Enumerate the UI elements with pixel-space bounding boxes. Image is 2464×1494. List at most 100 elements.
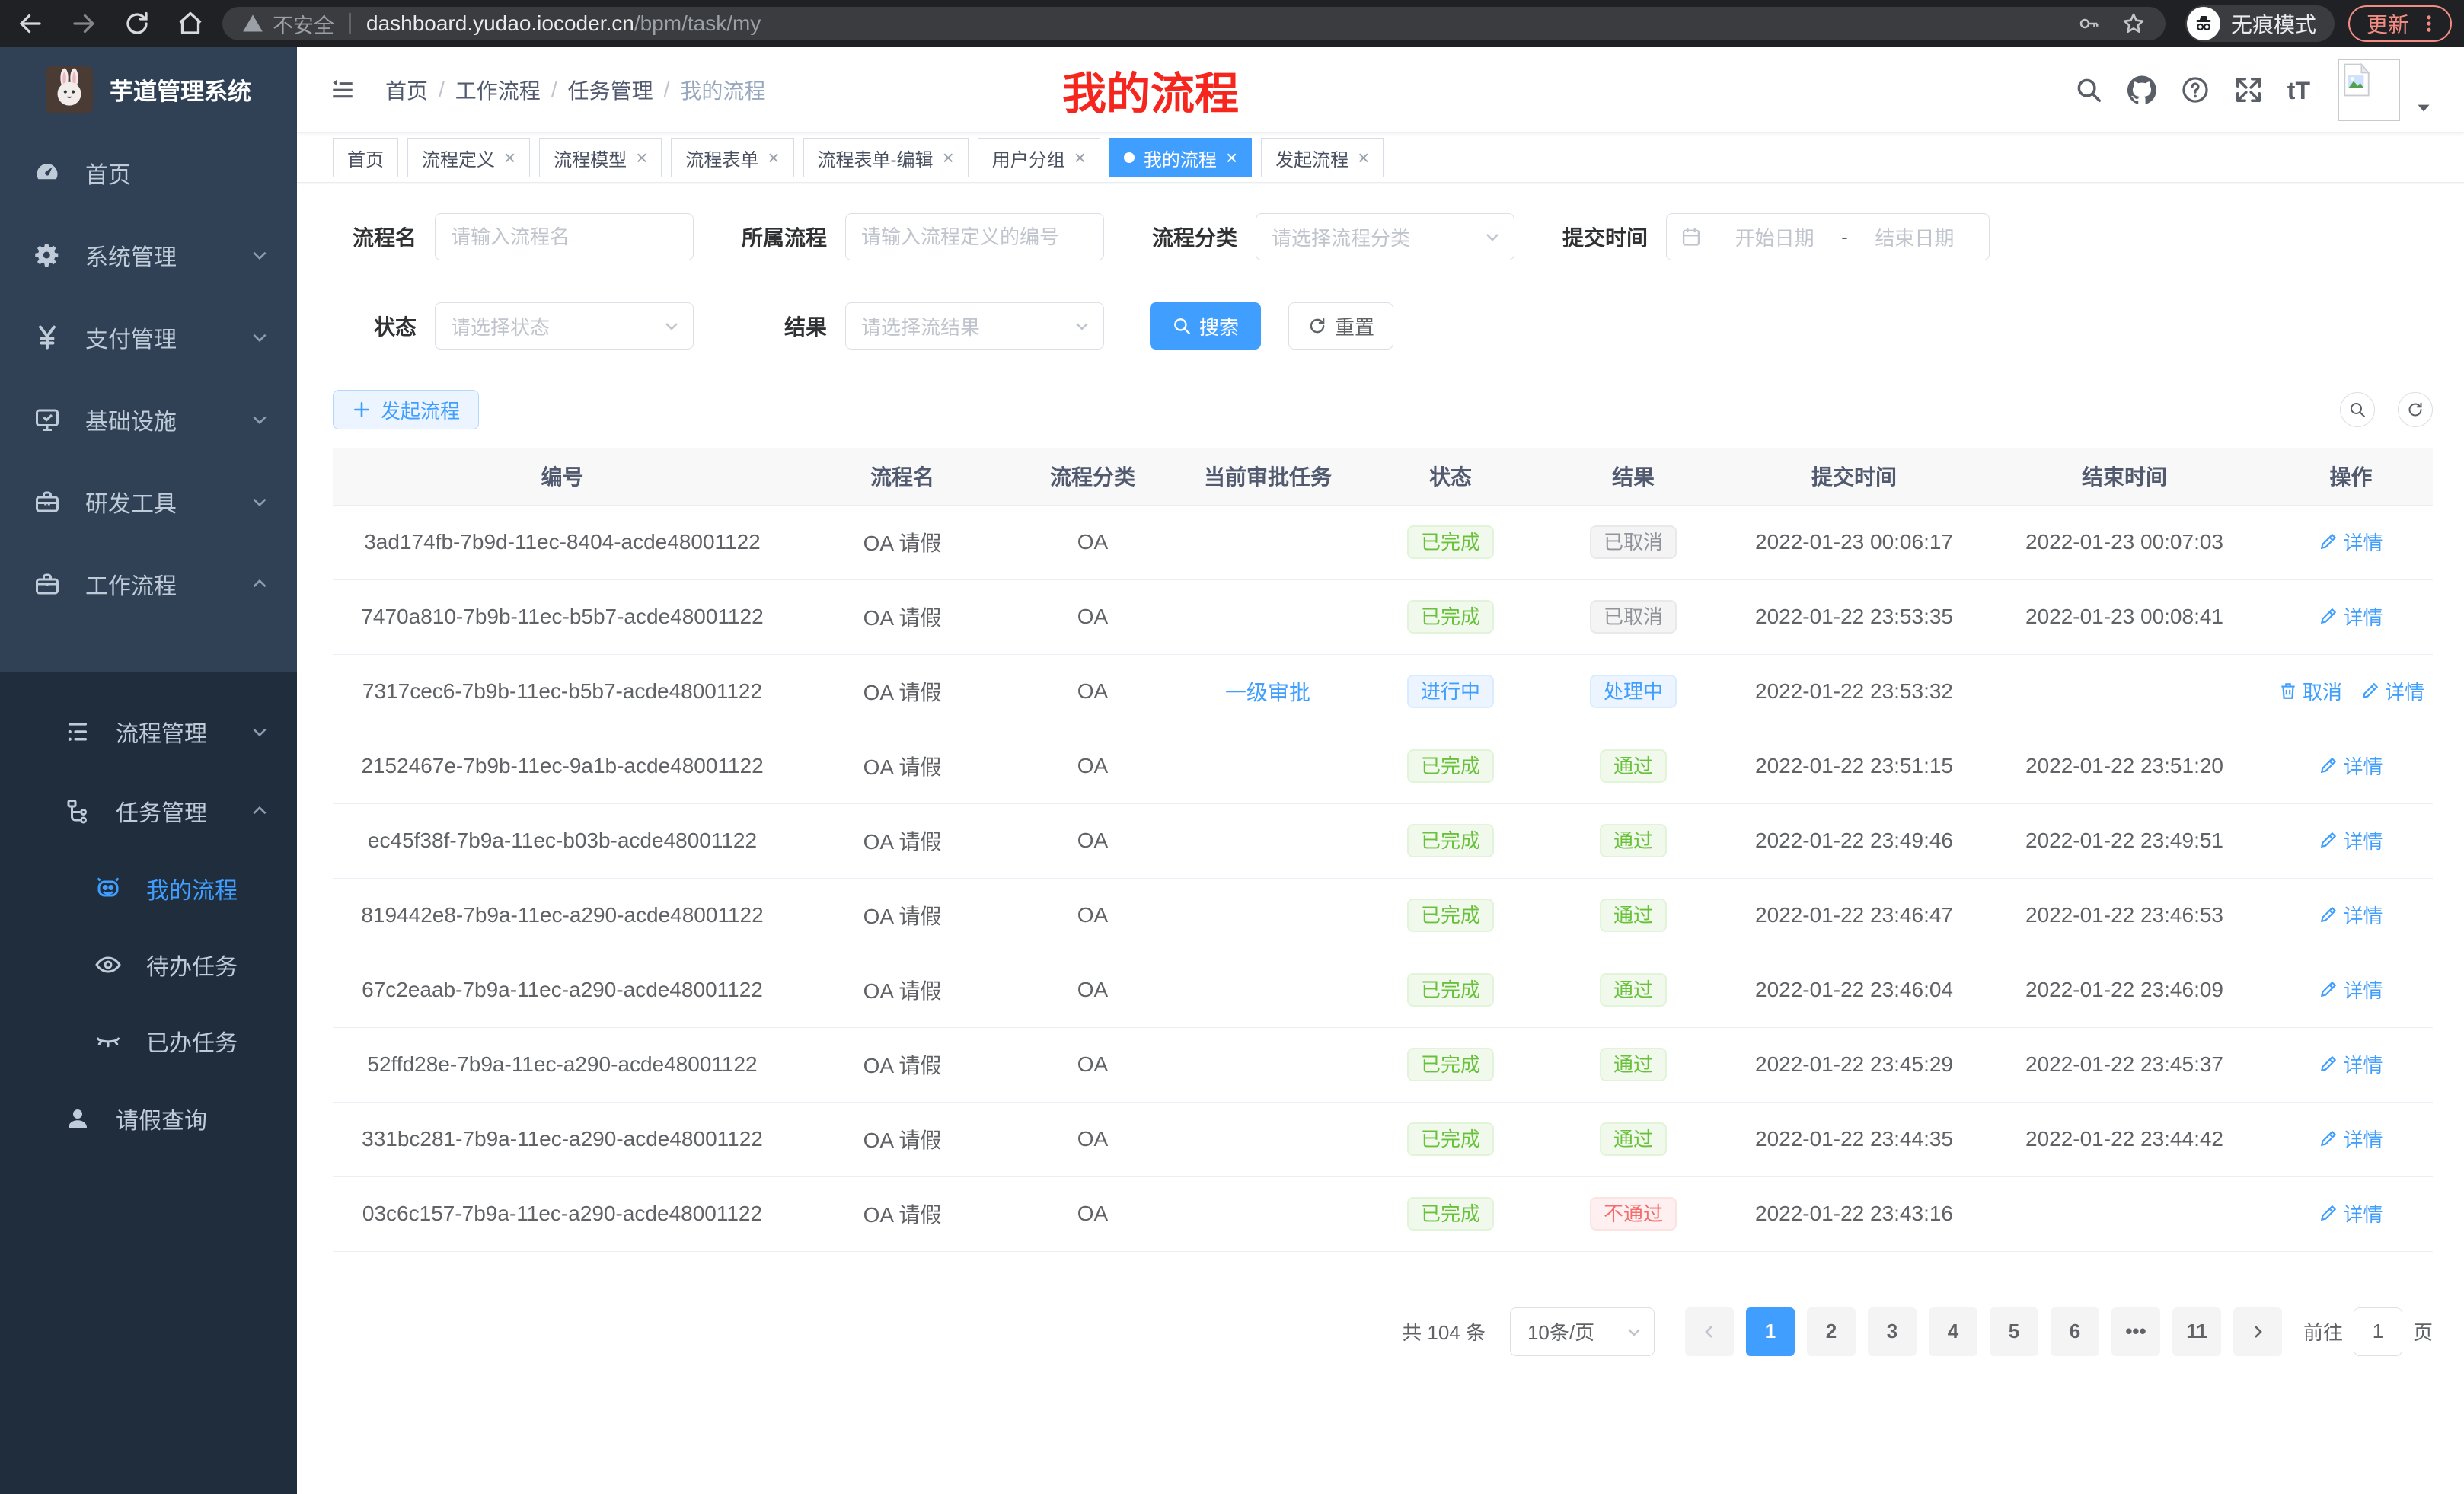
tab-user-group[interactable]: 用户分组× <box>978 138 1100 177</box>
tab-process-form[interactable]: 流程表单× <box>671 138 793 177</box>
sidebar-item-home[interactable]: 首页 <box>0 132 297 214</box>
sidebar-item-label: 待办任务 <box>146 948 270 982</box>
detail-button[interactable]: 详情 <box>2319 901 2383 929</box>
sidebar-item-devtools[interactable]: 研发工具 <box>0 461 297 543</box>
page-button-3[interactable]: 3 <box>1868 1307 1917 1356</box>
search-icon[interactable] <box>2074 75 2103 104</box>
close-icon[interactable]: × <box>1226 148 1237 168</box>
start-process-button[interactable]: 发起流程 <box>333 390 479 429</box>
process-definition-input[interactable] <box>845 213 1104 260</box>
process-category-select[interactable]: 请选择流程分类 <box>1256 213 1514 260</box>
sidebar-item-todo-tasks[interactable]: 待办任务 <box>0 927 297 1003</box>
next-page-button[interactable] <box>2233 1307 2282 1356</box>
page-size-select[interactable]: 10条/页 <box>1510 1307 1655 1356</box>
close-icon[interactable]: × <box>768 148 779 168</box>
status-select[interactable]: 请选择状态 <box>435 302 694 350</box>
result-select[interactable]: 请选择流结果 <box>845 302 1104 350</box>
detail-label: 详情 <box>2343 528 2383 556</box>
reset-button[interactable]: 重置 <box>1288 302 1393 350</box>
home-icon[interactable] <box>177 10 204 37</box>
page-button-2[interactable]: 2 <box>1807 1307 1856 1356</box>
address-bar[interactable]: 不安全 dashboard.yudao.iocoder.cn /bpm/task… <box>222 7 2166 40</box>
current-task-link[interactable]: 一级审批 <box>1225 681 1310 704</box>
close-icon[interactable]: × <box>504 148 515 168</box>
tab-process-model[interactable]: 流程模型× <box>539 138 662 177</box>
detail-button[interactable]: 详情 <box>2319 528 2383 556</box>
browser-menu-dots-icon[interactable] <box>2418 13 2440 34</box>
reload-icon[interactable] <box>123 10 151 37</box>
breadcrumb-workflow[interactable]: 工作流程 <box>455 75 541 105</box>
page-button-1[interactable]: 1 <box>1746 1307 1795 1356</box>
trash-icon <box>2278 681 2298 701</box>
sidebar-item-payment[interactable]: 支付管理 <box>0 296 297 378</box>
edit-icon <box>2319 905 2338 924</box>
detail-button[interactable]: 详情 <box>2319 752 2383 780</box>
help-icon[interactable] <box>2181 75 2210 104</box>
collapse-sidebar-icon[interactable] <box>327 77 358 103</box>
back-icon[interactable] <box>17 10 44 37</box>
process-id: 67c2eaab-7b9a-11ec-a290-acde48001122 <box>362 978 763 1001</box>
update-button[interactable]: 更新 <box>2348 5 2452 42</box>
fullscreen-icon[interactable] <box>2234 75 2263 104</box>
caret-down-icon[interactable] <box>2414 98 2434 118</box>
page-button-6[interactable]: 6 <box>2051 1307 2099 1356</box>
sidebar-item-workflow[interactable]: 工作流程 <box>0 543 297 625</box>
more-pages-button[interactable]: ••• <box>2111 1307 2160 1356</box>
breadcrumb-separator: / <box>664 78 670 102</box>
app-logo[interactable]: 芋道管理系统 <box>0 47 297 132</box>
sidebar-item-system[interactable]: 系统管理 <box>0 214 297 296</box>
edit-icon <box>2319 606 2338 626</box>
close-icon[interactable]: × <box>636 148 647 168</box>
detail-button[interactable]: 详情 <box>2319 975 2383 1004</box>
close-icon[interactable]: × <box>943 148 954 168</box>
close-icon[interactable]: × <box>1358 148 1369 168</box>
goto-page-input[interactable] <box>2354 1307 2402 1356</box>
end-time: 2022-01-22 23:45:37 <box>2025 1052 2223 1076</box>
sidebar-item-label: 基础设施 <box>85 403 250 436</box>
tab-process-definition[interactable]: 流程定义× <box>407 138 530 177</box>
tab-process-form-edit[interactable]: 流程表单-编辑× <box>803 138 969 177</box>
refresh-table-button[interactable] <box>2398 392 2433 427</box>
close-icon[interactable]: × <box>1074 148 1086 168</box>
detail-button[interactable]: 详情 <box>2360 677 2424 705</box>
page-button-4[interactable]: 4 <box>1929 1307 1977 1356</box>
sidebar-item-task-mgmt[interactable]: 任务管理 <box>0 771 297 851</box>
breadcrumb-home[interactable]: 首页 <box>385 75 428 105</box>
detail-button[interactable]: 详情 <box>2319 1125 2383 1153</box>
font-size-icon[interactable]: tT <box>2287 77 2310 105</box>
col-actions: 操作 <box>2269 448 2433 505</box>
submit-time-label: 提交时间 <box>1560 222 1648 252</box>
detail-button[interactable]: 详情 <box>2319 826 2383 854</box>
chevron-down-icon <box>662 317 681 335</box>
breadcrumb-task-mgmt[interactable]: 任务管理 <box>568 75 653 105</box>
page-button-11[interactable]: 11 <box>2172 1307 2221 1356</box>
process-name-input[interactable] <box>435 213 694 260</box>
update-label: 更新 <box>2367 8 2409 39</box>
sidebar-item-leave-query[interactable]: 请假查询 <box>0 1079 297 1158</box>
start-date-placeholder[interactable]: 开始日期 <box>1714 223 1835 251</box>
github-icon[interactable] <box>2127 75 2156 104</box>
search-button[interactable]: 搜索 <box>1150 302 1261 350</box>
avatar[interactable] <box>2338 59 2400 121</box>
tab-home[interactable]: 首页 <box>333 138 398 177</box>
tab-my-process[interactable]: 我的流程× <box>1109 138 1252 177</box>
page-button-5[interactable]: 5 <box>1990 1307 2038 1356</box>
security-warning[interactable]: 不安全 <box>273 9 334 39</box>
bookmark-star-icon[interactable] <box>2121 11 2146 36</box>
sidebar-item-done-tasks[interactable]: 已办任务 <box>0 1003 297 1079</box>
process-id: 3ad174fb-7b9d-11ec-8404-acde48001122 <box>364 530 761 554</box>
toggle-search-button[interactable] <box>2340 392 2375 427</box>
submit-time-range-picker[interactable]: 开始日期 - 结束日期 <box>1666 213 1990 260</box>
sidebar-item-process-mgmt[interactable]: 流程管理 <box>0 692 297 771</box>
sidebar-item-my-process[interactable]: 我的流程 <box>0 851 297 927</box>
end-date-placeholder[interactable]: 结束日期 <box>1854 223 1975 251</box>
detail-button[interactable]: 详情 <box>2319 1050 2383 1078</box>
password-key-icon[interactable] <box>2077 12 2100 35</box>
cancel-button[interactable]: 取消 <box>2278 677 2342 705</box>
tab-start-process[interactable]: 发起流程× <box>1261 138 1384 177</box>
sidebar-item-infrastructure[interactable]: 基础设施 <box>0 378 297 461</box>
forward-icon[interactable] <box>70 10 97 37</box>
detail-button[interactable]: 详情 <box>2319 602 2383 630</box>
prev-page-button[interactable] <box>1685 1307 1734 1356</box>
detail-button[interactable]: 详情 <box>2319 1199 2383 1227</box>
